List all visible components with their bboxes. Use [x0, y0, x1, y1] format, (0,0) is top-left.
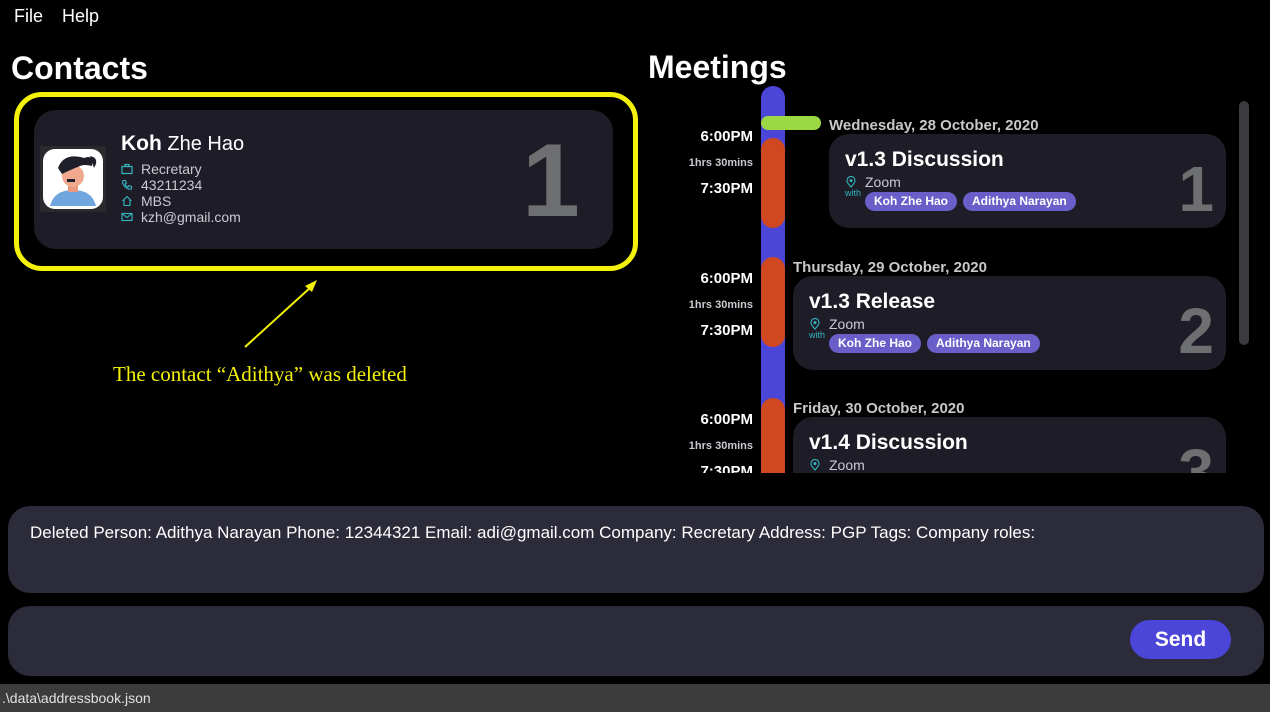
participant-tag: Koh Zhe Hao: [829, 334, 921, 353]
meeting-place: Zoom: [865, 174, 901, 190]
meeting-title: v1.4 Discussion: [809, 431, 968, 454]
meeting-start-time: 6:00PM: [700, 128, 753, 145]
meeting-end-time: 7:30PM: [700, 180, 753, 197]
with-label: with: [845, 188, 862, 198]
meeting-index: 3: [1178, 436, 1214, 473]
meeting-card[interactable]: v1.4 Discussion Zoom 3: [793, 417, 1226, 473]
meeting-title: v1.3 Discussion: [845, 148, 1004, 171]
command-input[interactable]: [28, 622, 1108, 660]
current-time-indicator: [761, 116, 821, 130]
meeting-start-time: 6:00PM: [700, 411, 753, 428]
meeting-date: Wednesday, 28 October, 2020: [829, 117, 1039, 134]
meeting-start-time: 6:00PM: [700, 270, 753, 287]
meeting-duration: 1hrs 30mins: [688, 157, 753, 169]
participant-tag: Koh Zhe Hao: [865, 192, 957, 211]
meeting-place: Zoom: [829, 316, 865, 332]
meeting-duration: 1hrs 30mins: [688, 440, 753, 452]
meeting-date: Friday, 30 October, 2020: [793, 400, 965, 417]
result-text: Deleted Person: Adithya Narayan Phone: 1…: [30, 523, 1036, 542]
meeting-place-row: Zoom: [809, 457, 865, 473]
meetings-list[interactable]: 6:00PM 1hrs 30mins 7:30PM Wednesday, 28 …: [640, 80, 1260, 473]
participant-tag: Adithya Narayan: [963, 192, 1076, 211]
meeting-duration: 1hrs 30mins: [688, 299, 753, 311]
status-file-path: .\data\addressbook.json: [2, 690, 151, 706]
meeting-end-time: 7:30PM: [700, 322, 753, 339]
participant-tag: Adithya Narayan: [927, 334, 1040, 353]
command-box: Send: [8, 606, 1264, 676]
location-icon: [810, 459, 820, 471]
meeting-card[interactable]: v1.3 Discussion Zoom with Koh Zhe Hao Ad…: [829, 134, 1226, 228]
location-icon: [846, 176, 856, 188]
meeting-title: v1.3 Release: [809, 290, 936, 313]
send-button[interactable]: Send: [1130, 620, 1231, 659]
meeting-time-block: [761, 257, 785, 347]
meeting-card[interactable]: v1.3 Release Zoom with Koh Zhe Hao Adith…: [793, 276, 1226, 370]
location-icon: [810, 318, 820, 330]
annotation-note: The contact “Adithya” was deleted: [113, 362, 407, 386]
status-bar: .\data\addressbook.json: [0, 684, 1270, 712]
meetings-scrollbar[interactable]: [1239, 101, 1249, 345]
with-label: with: [809, 330, 826, 340]
meeting-end-time: 7:30PM: [700, 463, 753, 473]
meeting-time-block: [761, 138, 785, 228]
meeting-time-block: [761, 398, 785, 473]
meeting-index: 1: [1178, 153, 1214, 225]
meeting-index: 2: [1178, 295, 1214, 367]
meeting-place: Zoom: [829, 457, 865, 473]
result-display: Deleted Person: Adithya Narayan Phone: 1…: [8, 506, 1264, 593]
meeting-date: Thursday, 29 October, 2020: [793, 259, 987, 276]
